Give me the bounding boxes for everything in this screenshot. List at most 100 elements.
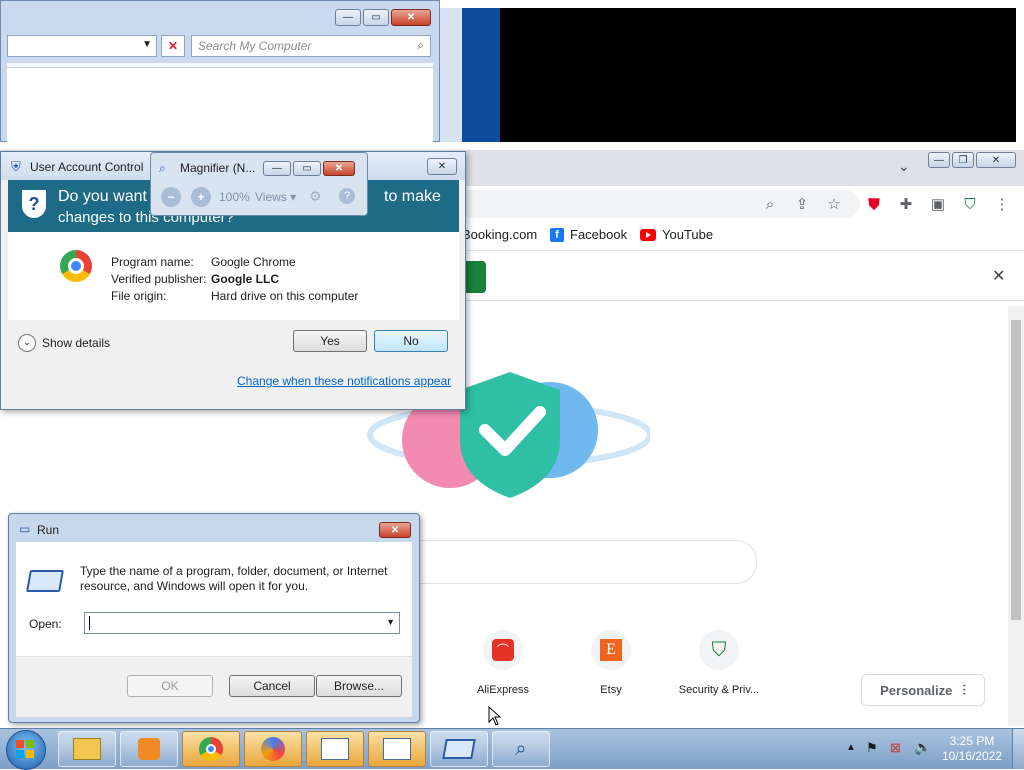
network-disconnected-icon[interactable]: ⊠ xyxy=(890,740,901,756)
run-dialog-icon xyxy=(442,739,476,759)
chrome-caption-buttons: — ❐ ✕ xyxy=(928,152,1016,168)
action-center-icon[interactable]: ⚑ xyxy=(866,740,878,756)
cancel-button[interactable]: Cancel xyxy=(229,675,315,697)
run-description: Type the name of a program, folder, docu… xyxy=(80,564,388,593)
start-button[interactable] xyxy=(6,730,46,770)
taskbar-media-player[interactable] xyxy=(120,731,178,767)
maximize-button[interactable]: ▭ xyxy=(363,9,389,26)
help-icon[interactable]: ? xyxy=(339,188,355,204)
personalize-label: Personalize xyxy=(880,682,953,698)
search-placeholder: Search My Computer xyxy=(198,39,312,53)
show-details-label: Show details xyxy=(42,336,111,350)
show-hidden-icons-icon[interactable]: ▲ xyxy=(846,742,856,753)
program-name-value: Google Chrome xyxy=(211,255,296,269)
background-blue-panel xyxy=(462,8,500,142)
clock[interactable]: 3:25 PM 10/16/2022 xyxy=(940,734,1004,764)
explorer-window: — ▭ ✕ ▼ ✕ Search My Computer ⌕ ? xyxy=(0,0,440,142)
open-label: Open: xyxy=(29,617,62,631)
bookmark-label: Facebook xyxy=(570,227,628,242)
open-input[interactable]: ▼ xyxy=(84,612,400,634)
restore-button[interactable]: ❐ xyxy=(952,152,974,168)
bookmark-label: Booking.com xyxy=(462,227,538,242)
minimize-button[interactable]: — xyxy=(335,9,361,26)
bookmark-booking[interactable]: Booking.com xyxy=(462,227,537,242)
change-notifications-link[interactable]: Change when these notifications appear xyxy=(237,374,451,388)
chevron-down-icon[interactable]: ▼ xyxy=(386,617,395,627)
zoom-out-icon[interactable]: − xyxy=(161,187,181,207)
chrome-logo-icon xyxy=(60,250,92,282)
no-button[interactable]: No xyxy=(374,330,448,352)
ok-button[interactable]: OK xyxy=(127,675,213,697)
extensions-puzzle-icon[interactable]: ✚ xyxy=(896,194,916,214)
volume-icon[interactable]: 🔈 xyxy=(914,739,931,756)
zoom-icon[interactable]: ⌕ xyxy=(760,194,780,214)
taskbar-window-1[interactable] xyxy=(306,731,364,767)
close-icon[interactable]: ✕ xyxy=(992,266,1005,286)
show-desktop-button[interactable] xyxy=(1012,729,1024,769)
shortcut-label: Security & Priv... xyxy=(678,684,760,696)
scrollbar[interactable] xyxy=(1008,306,1024,726)
publisher-label: Verified publisher: xyxy=(111,272,207,286)
close-button[interactable]: ✕ xyxy=(427,158,457,175)
address-bar[interactable]: ▼ xyxy=(7,35,157,57)
bookmark-star-icon[interactable]: ☆ xyxy=(824,194,844,214)
minimize-button[interactable]: — xyxy=(928,152,950,168)
bookmark-facebook[interactable]: f Facebook xyxy=(550,227,627,242)
views-menu[interactable]: Views ▾ xyxy=(255,190,296,204)
taskbar-run[interactable] xyxy=(430,731,488,767)
personalize-button[interactable]: Personalize ⫶ xyxy=(861,674,985,706)
browse-button[interactable]: Browse... xyxy=(316,675,402,697)
share-icon[interactable]: ⇪ xyxy=(792,194,812,214)
taskbar-security-app[interactable] xyxy=(244,731,302,767)
search-box[interactable] xyxy=(398,540,757,584)
security-extension-icon[interactable]: ⛉ xyxy=(960,194,980,214)
gear-icon[interactable]: ⚙ xyxy=(309,188,322,205)
chrome-icon xyxy=(199,737,223,761)
taskbar-explorer[interactable] xyxy=(58,731,116,767)
scrollbar-thumb[interactable] xyxy=(1011,320,1021,620)
extension-shield-icon[interactable]: ⛊ xyxy=(864,194,884,214)
more-menu-icon[interactable]: ⋮ xyxy=(992,194,1012,214)
shortcut-aliexpress[interactable]: ⌒ AliExpress xyxy=(470,630,536,696)
bookmark-youtube[interactable]: YouTube xyxy=(640,227,713,242)
close-button[interactable]: ✕ xyxy=(323,161,355,176)
cancel-label: Cancel xyxy=(253,679,291,693)
close-button[interactable]: ✕ xyxy=(379,522,411,538)
side-panel-icon[interactable]: ▣ xyxy=(928,194,948,214)
shield-check-icon: ⛉ xyxy=(711,638,727,661)
uac-shield-icon: ⛨ xyxy=(11,159,21,174)
program-name-label: Program name: xyxy=(111,255,194,269)
yes-button[interactable]: Yes xyxy=(293,330,367,352)
taskbar-window-2[interactable] xyxy=(368,731,426,767)
etsy-icon: E xyxy=(600,639,622,661)
no-label: No xyxy=(403,334,419,348)
taskbar: ⌕ ▲ ⚑ ⊠ 🔈 3:25 PM 10/16/2022 xyxy=(0,728,1024,770)
chevron-down-icon[interactable]: ▼ xyxy=(142,39,152,50)
sliders-icon: ⫶ xyxy=(962,681,966,698)
close-button[interactable]: ✕ xyxy=(976,152,1016,168)
media-player-icon xyxy=(138,738,160,760)
taskbar-chrome[interactable] xyxy=(182,731,240,767)
close-button[interactable]: ✕ xyxy=(391,9,431,26)
stop-icon[interactable]: ✕ xyxy=(161,35,185,57)
shortcut-security-privacy[interactable]: ⛉ Security & Priv... xyxy=(672,630,766,696)
views-label: Views xyxy=(255,190,287,204)
security-app-icon xyxy=(261,737,285,761)
magnifier-title: Magnifier (N... xyxy=(180,161,256,175)
tab-search-icon[interactable]: ⌄ xyxy=(898,158,910,175)
show-details-toggle[interactable]: ⌄ Show details xyxy=(18,334,110,352)
mouse-cursor xyxy=(488,705,502,729)
zoom-in-icon[interactable]: + xyxy=(191,187,211,207)
run-button-area: OK Cancel Browse... xyxy=(16,656,412,717)
search-input[interactable]: Search My Computer ⌕ xyxy=(191,35,431,57)
aliexpress-icon: ⌒ xyxy=(492,639,514,661)
chevron-down-icon: ⌄ xyxy=(18,334,36,352)
shortcut-etsy[interactable]: E Etsy xyxy=(578,630,644,696)
taskbar-magnifier[interactable]: ⌕ xyxy=(492,731,550,767)
maximize-button[interactable]: ▭ xyxy=(293,161,321,176)
minimize-button[interactable]: — xyxy=(263,161,291,176)
bookmark-label: YouTube xyxy=(662,227,714,242)
explorer-content xyxy=(7,67,433,142)
facebook-icon: f xyxy=(550,227,564,242)
shortcut-label: AliExpress xyxy=(477,684,529,696)
